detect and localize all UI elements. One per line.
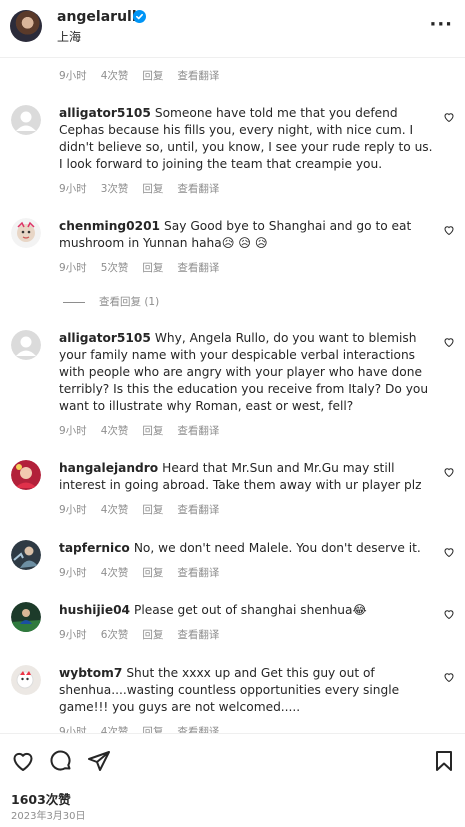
commenter-avatar[interactable] (11, 602, 41, 632)
heart-icon[interactable] (11, 749, 35, 773)
post-likes-count[interactable]: 1603次赞 (11, 789, 71, 808)
heart-icon[interactable] (443, 671, 455, 683)
comment-time: 9小时 (59, 425, 87, 437)
heart-icon[interactable] (443, 608, 455, 620)
reply-button[interactable]: 回复 (142, 627, 163, 642)
comment-time: 9小时 (59, 183, 87, 195)
commenter-username[interactable]: chenming0201 (59, 219, 160, 233)
reply-button[interactable]: 回复 (142, 423, 163, 438)
comments-list[interactable]: 9小时 4次赞 回复 查看翻译 alligator5105 Someone have t… (0, 58, 465, 733)
translate-button[interactable]: 查看翻译 (177, 423, 219, 438)
commenter-avatar[interactable] (11, 540, 41, 570)
translate-button[interactable]: 查看翻译 (177, 68, 219, 83)
commenter-username[interactable]: alligator5105 (59, 331, 151, 345)
comment-text: chenming0201 Say Good bye to Shanghai and… (59, 218, 434, 252)
author-avatar[interactable] (10, 10, 42, 42)
comment-text: hangalejandro Heard that Mr.Sun and Mr.Gu… (59, 460, 434, 494)
translate-button[interactable]: 查看翻译 (177, 502, 219, 517)
heart-icon[interactable] (443, 336, 455, 348)
share-icon[interactable] (87, 749, 111, 773)
comment-body: Please get out of shanghai shenhua😂 (134, 603, 367, 617)
heart-icon[interactable] (443, 224, 455, 236)
translate-button[interactable]: 查看翻译 (177, 724, 219, 733)
commenter-avatar[interactable] (11, 218, 41, 248)
comment-time: 9小时 (59, 567, 87, 579)
heart-icon[interactable] (443, 111, 455, 123)
verified-badge-icon (133, 10, 146, 23)
reply-button[interactable]: 回复 (142, 181, 163, 196)
view-replies-button[interactable]: 查看回复 (1) (63, 294, 159, 309)
comment-likes[interactable]: 4次赞 (101, 565, 129, 580)
commenter-username[interactable]: alligator5105 (59, 106, 151, 120)
commenter-username[interactable]: hangalejandro (59, 461, 158, 475)
comment-text: tapfernico No, we don't need Malele. You … (59, 540, 434, 557)
comment-text: alligator5105 Someone have told me that y… (59, 105, 434, 173)
commenter-avatar[interactable] (11, 105, 41, 135)
comment-text: hushijie04 Please get out of shanghai she… (59, 602, 434, 619)
commenter-username[interactable]: hushijie04 (59, 603, 130, 617)
translate-button[interactable]: 查看翻译 (177, 181, 219, 196)
commenter-avatar[interactable] (11, 330, 41, 360)
comment-meta: 9小时 5次赞 回复 查看翻译 (59, 260, 233, 275)
comment-time: 9小时 (59, 70, 87, 82)
comment-meta: 9小时 6次赞 回复 查看翻译 (59, 627, 233, 642)
comment-meta: 9小时 4次赞 回复 查看翻译 (59, 423, 233, 438)
commenter-username[interactable]: wybtom7 (59, 666, 122, 680)
reply-button[interactable]: 回复 (142, 260, 163, 275)
comment-meta: 9小时 4次赞 回复 查看翻译 (59, 68, 233, 83)
heart-icon[interactable] (443, 466, 455, 478)
post-header: angelarullo 上海 ··· (0, 0, 465, 58)
comment-meta: 9小时 4次赞 回复 查看翻译 (59, 502, 233, 517)
comment-likes[interactable]: 5次赞 (101, 260, 129, 275)
comment-likes[interactable]: 4次赞 (101, 68, 129, 83)
translate-button[interactable]: 查看翻译 (177, 565, 219, 580)
comment-likes[interactable]: 4次赞 (101, 423, 129, 438)
view-replies-label: 查看回复 (1) (99, 296, 160, 308)
comment-likes[interactable]: 6次赞 (101, 627, 129, 642)
comment-meta: 9小时 4次赞 回复 查看翻译 (59, 565, 233, 580)
reply-button[interactable]: 回复 (142, 502, 163, 517)
comment-likes[interactable]: 3次赞 (101, 181, 129, 196)
translate-button[interactable]: 查看翻译 (177, 627, 219, 642)
comment-likes[interactable]: 4次赞 (101, 724, 129, 733)
comment-text: wybtom7 Shut the xxxx up and Get this guy… (59, 665, 434, 716)
comment-time: 9小时 (59, 629, 87, 641)
post-location[interactable]: 上海 (57, 28, 81, 45)
comment-icon[interactable] (49, 749, 73, 773)
comment-time: 9小时 (59, 262, 87, 274)
reply-button[interactable]: 回复 (142, 724, 163, 733)
reply-button[interactable]: 回复 (142, 68, 163, 83)
more-options-icon[interactable]: ··· (429, 14, 453, 35)
commenter-avatar[interactable] (11, 460, 41, 490)
comment-likes[interactable]: 4次赞 (101, 502, 129, 517)
commenter-username[interactable]: tapfernico (59, 541, 130, 555)
commenter-avatar[interactable] (11, 665, 41, 695)
translate-button[interactable]: 查看翻译 (177, 260, 219, 275)
comment-meta: 9小时 3次赞 回复 查看翻译 (59, 181, 233, 196)
post-date: 2023年3月30日 (11, 811, 86, 822)
comment-meta: 9小时 4次赞 回复 查看翻译 (59, 724, 233, 733)
reply-button[interactable]: 回复 (142, 565, 163, 580)
post-actions-bar: 1603次赞 2023年3月30日 (0, 733, 465, 827)
comment-time: 9小时 (59, 726, 87, 733)
bookmark-icon[interactable] (432, 749, 456, 773)
comment-time: 9小时 (59, 504, 87, 516)
heart-icon[interactable] (443, 546, 455, 558)
comment-text: alligator5105 Why, Angela Rullo, do you w… (59, 330, 434, 415)
comment-body: No, we don't need Malele. You don't dese… (133, 541, 421, 555)
replies-divider (63, 301, 85, 303)
